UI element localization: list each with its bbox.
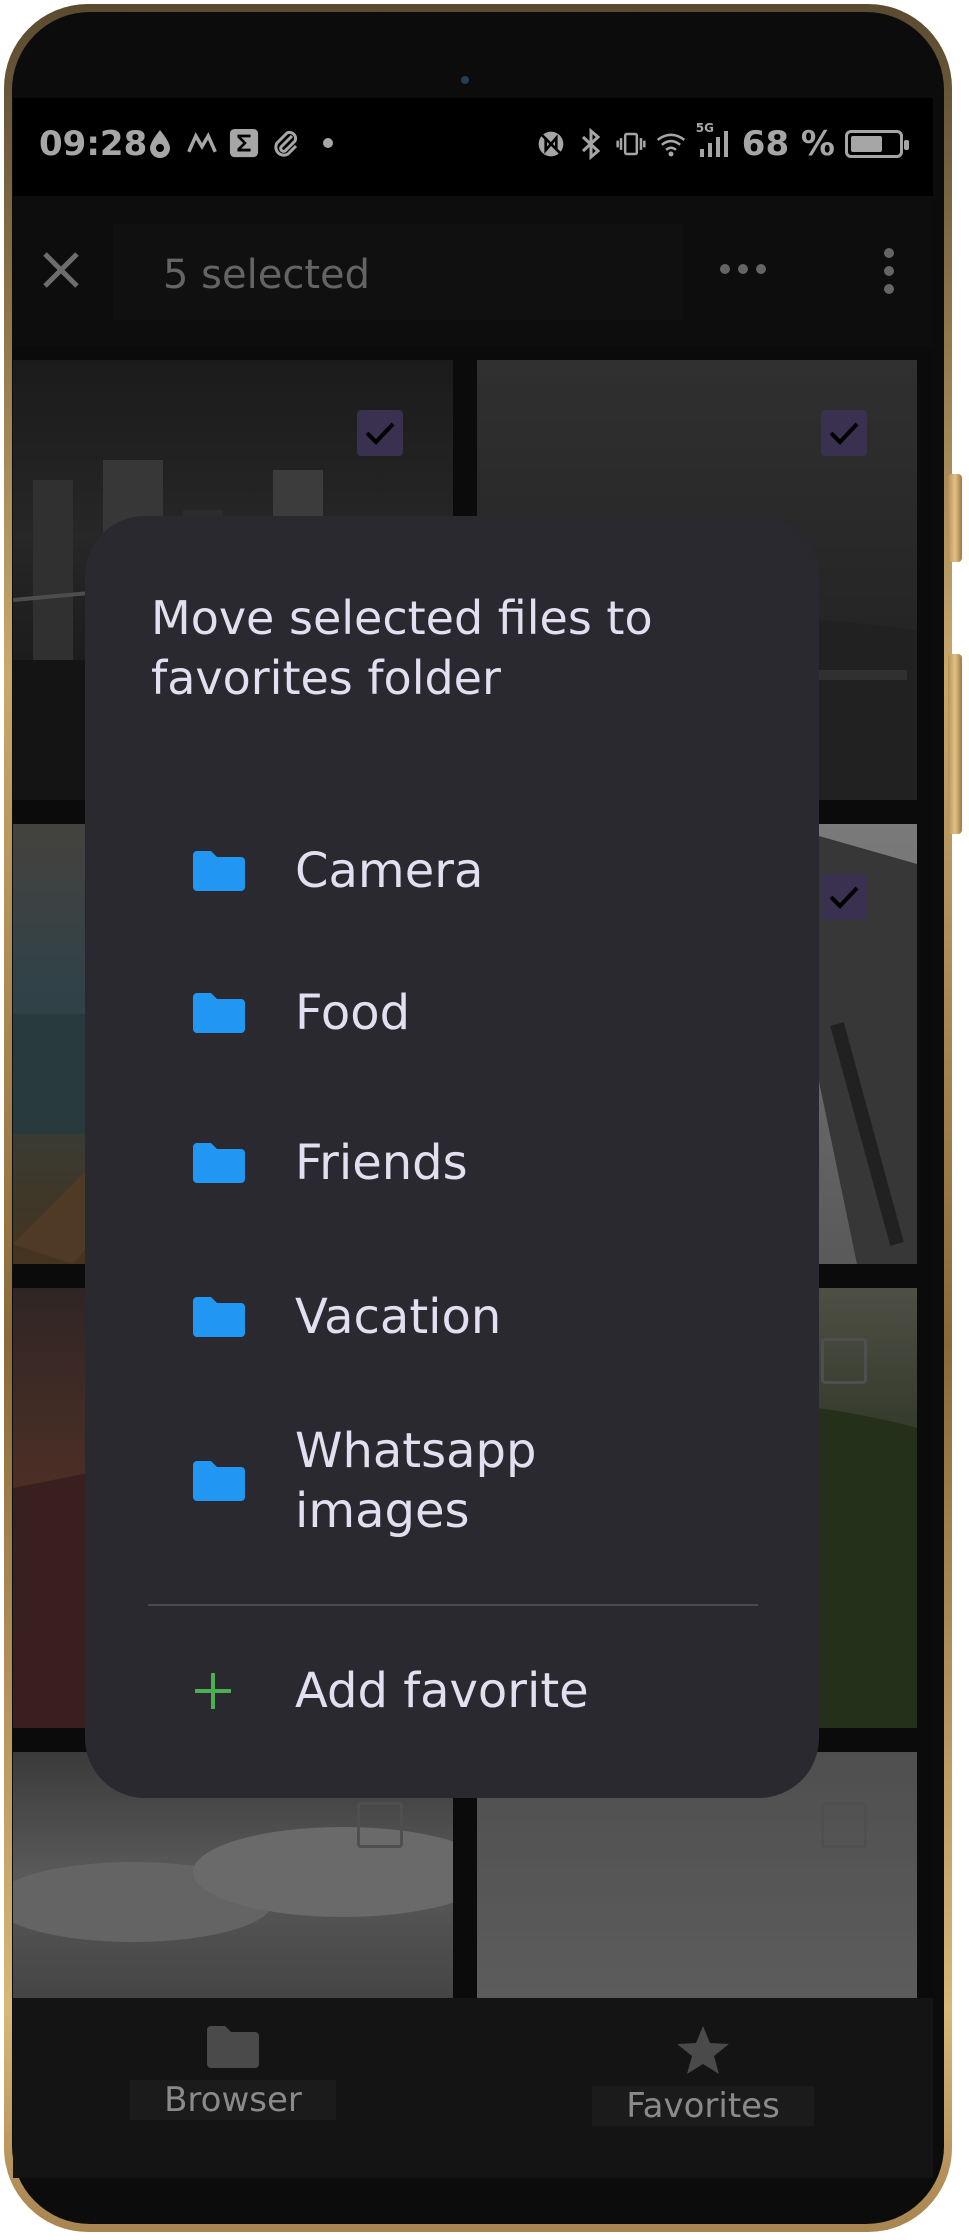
nav-favorites[interactable]: Favorites — [592, 2024, 814, 2164]
front-camera — [461, 76, 469, 84]
folder-label: Friends — [295, 1135, 468, 1191]
folder-icon — [191, 1459, 247, 1503]
favorite-folder-friends[interactable]: Friends — [85, 1118, 819, 1208]
screen: 09:28 5G 68 % 5 selected Browser Favorit… — [13, 98, 933, 2178]
nav-browser[interactable]: Browser — [113, 2024, 353, 2164]
star-icon — [677, 2026, 729, 2074]
folder-icon — [191, 1295, 247, 1339]
nav-favorites-label: Favorites — [626, 2086, 780, 2126]
move-to-favorites-dialog: Move selected files to favorites folder … — [85, 516, 819, 1798]
favorite-folder-camera[interactable]: Camera — [85, 826, 819, 916]
favorite-folder-vacation[interactable]: Vacation — [85, 1272, 819, 1362]
folder-label: Whatsapp images — [295, 1423, 537, 1539]
folder-label: Camera — [295, 843, 484, 899]
power-button — [948, 654, 962, 834]
folder-icon — [191, 991, 247, 1035]
plus-icon — [191, 1669, 235, 1713]
dialog-divider — [148, 1604, 758, 1606]
add-favorite-label: Add favorite — [295, 1663, 589, 1719]
dialog-title: Move selected files to favorites folder — [151, 591, 653, 705]
folder-icon — [191, 849, 247, 893]
bottom-navigation: Browser Favorites — [13, 1998, 933, 2178]
favorite-folder-whatsapp-images[interactable]: Whatsapp images — [85, 1411, 819, 1551]
volume-button — [948, 474, 962, 562]
folder-icon — [191, 1141, 247, 1185]
add-favorite-button[interactable]: Add favorite — [85, 1646, 819, 1736]
nav-browser-label-box: Browser — [130, 2080, 336, 2120]
nav-favorites-label-box: Favorites — [592, 2086, 814, 2126]
folder-label: Vacation — [295, 1289, 502, 1345]
folder-icon — [207, 2026, 259, 2068]
nav-browser-label: Browser — [164, 2080, 302, 2120]
folder-label: Food — [295, 985, 411, 1041]
phone-device: 09:28 5G 68 % 5 selected Browser Favorit… — [0, 0, 969, 2240]
favorite-folder-food[interactable]: Food — [85, 968, 819, 1058]
